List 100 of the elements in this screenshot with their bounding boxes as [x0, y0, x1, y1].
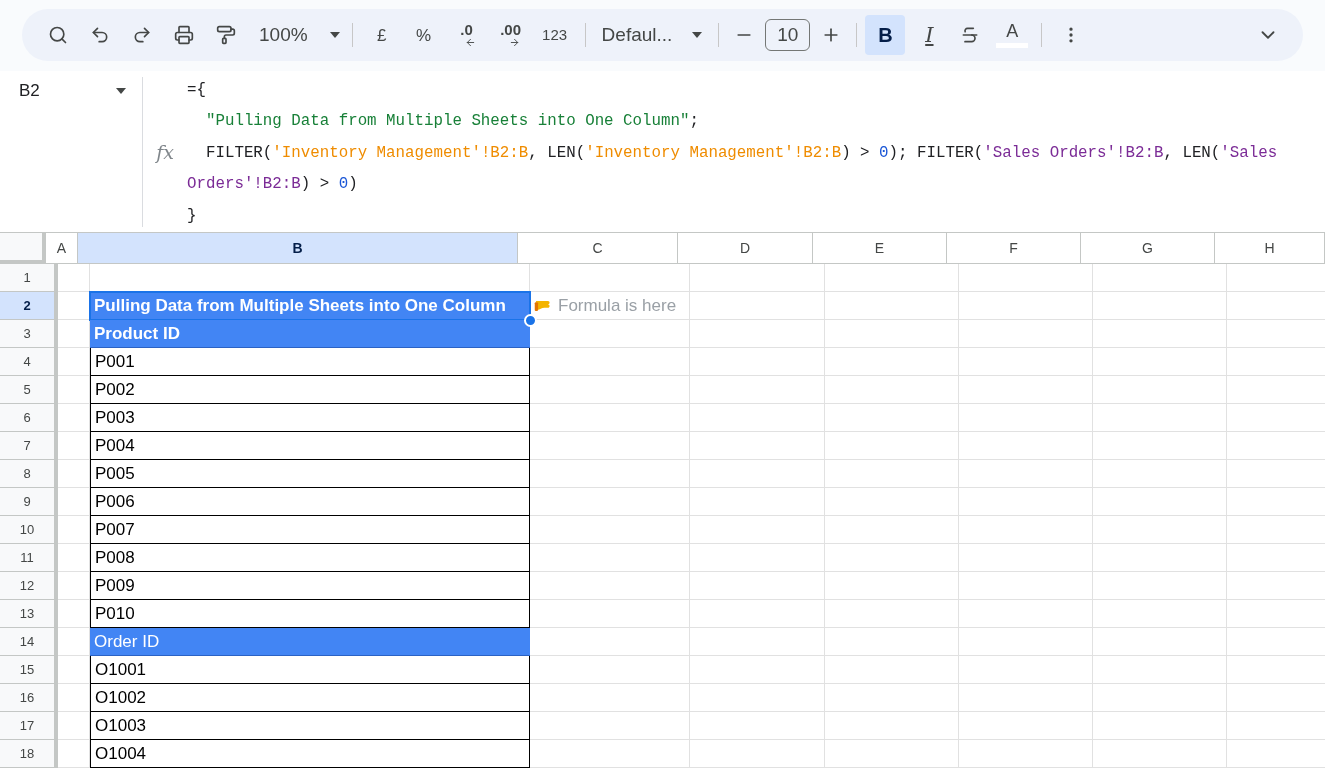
table-cell[interactable] — [959, 460, 1093, 488]
table-cell[interactable] — [825, 292, 959, 320]
text-color-button[interactable]: A — [991, 17, 1034, 54]
percent-button[interactable]: % — [402, 17, 445, 54]
table-cell[interactable] — [530, 432, 690, 460]
table-cell[interactable] — [1093, 712, 1227, 740]
table-cell[interactable] — [1093, 684, 1227, 712]
table-cell[interactable]: P004 — [90, 432, 530, 460]
table-cell[interactable] — [1093, 264, 1227, 292]
table-cell[interactable] — [825, 460, 959, 488]
formula-line[interactable]: } — [187, 200, 197, 232]
table-cell[interactable] — [1093, 600, 1227, 628]
decrease-decimals-button[interactable]: .0 — [444, 17, 489, 54]
table-cell[interactable] — [530, 572, 690, 600]
table-cell[interactable] — [690, 656, 825, 684]
table-cell[interactable] — [1093, 292, 1227, 320]
table-cell[interactable]: O1004 — [90, 740, 530, 768]
table-cell[interactable]: P006 — [90, 488, 530, 516]
table-cell[interactable] — [959, 348, 1093, 376]
table-cell[interactable] — [959, 320, 1093, 348]
table-cell[interactable]: P003 — [90, 404, 530, 432]
table-cell[interactable] — [825, 348, 959, 376]
table-cell[interactable]: Pulling Data from Multiple Sheets into One Column — [90, 292, 530, 320]
table-cell[interactable] — [825, 600, 959, 628]
table-cell[interactable] — [530, 264, 690, 292]
row-header[interactable]: 17 — [0, 712, 58, 740]
table-cell[interactable] — [530, 376, 690, 404]
table-cell[interactable] — [825, 264, 959, 292]
column-header[interactable]: A — [46, 233, 78, 264]
column-header[interactable]: C — [518, 233, 678, 264]
table-cell[interactable] — [690, 292, 825, 320]
table-cell[interactable] — [959, 572, 1093, 600]
table-cell[interactable] — [959, 432, 1093, 460]
column-header[interactable]: F — [947, 233, 1081, 264]
table-cell[interactable] — [690, 740, 825, 768]
table-cell[interactable]: P002 — [90, 376, 530, 404]
table-cell[interactable] — [690, 572, 825, 600]
table-cell[interactable] — [690, 376, 825, 404]
table-cell[interactable]: O1001 — [90, 656, 530, 684]
table-cell[interactable] — [959, 292, 1093, 320]
column-header[interactable]: G — [1081, 233, 1215, 264]
table-cell[interactable] — [825, 572, 959, 600]
row-header[interactable]: 2 — [0, 292, 58, 320]
italic-button[interactable]: I — [909, 15, 950, 56]
table-cell[interactable] — [1093, 460, 1227, 488]
table-cell[interactable] — [959, 712, 1093, 740]
row-header[interactable]: 4 — [0, 348, 58, 376]
table-cell[interactable]: P008 — [90, 544, 530, 572]
table-cell[interactable] — [530, 460, 690, 488]
table-cell[interactable] — [690, 264, 825, 292]
font-size-field[interactable]: 10 — [765, 19, 811, 52]
table-cell[interactable] — [959, 600, 1093, 628]
table-cell[interactable] — [959, 740, 1093, 768]
table-cell[interactable] — [1093, 432, 1227, 460]
table-cell[interactable] — [690, 684, 825, 712]
table-cell[interactable] — [1093, 544, 1227, 572]
row-header[interactable]: 9 — [0, 488, 58, 516]
table-cell[interactable] — [959, 376, 1093, 404]
table-cell[interactable] — [530, 740, 690, 768]
row-header[interactable]: 8 — [0, 460, 58, 488]
table-cell[interactable] — [959, 516, 1093, 544]
table-cell[interactable] — [530, 684, 690, 712]
table-cell[interactable] — [530, 348, 690, 376]
formula-line[interactable]: FILTER('Inventory Management'!B2:B, LEN('Inventory Management'!B2:B) > 0); FILTER('Sales Orders'!B2:B, LEN('Sales — [187, 137, 1278, 169]
table-cell[interactable] — [1093, 404, 1227, 432]
table-cell[interactable] — [1093, 348, 1227, 376]
column-header[interactable]: H — [1215, 233, 1325, 264]
select-all-corner[interactable] — [0, 233, 46, 264]
table-cell[interactable] — [1093, 488, 1227, 516]
table-cell[interactable] — [959, 404, 1093, 432]
column-header[interactable]: E — [813, 233, 947, 264]
table-cell[interactable] — [530, 320, 690, 348]
table-cell[interactable] — [1093, 740, 1227, 768]
formula-line[interactable]: "Pulling Data from Multiple Sheets into One Column"; — [187, 106, 699, 138]
table-cell[interactable] — [530, 544, 690, 572]
row-header[interactable]: 13 — [0, 600, 58, 628]
table-cell[interactable] — [530, 488, 690, 516]
formula-line[interactable]: Orders'!B2:B) > 0) — [187, 169, 358, 201]
table-cell[interactable] — [825, 376, 959, 404]
column-header[interactable]: D — [678, 233, 813, 264]
table-cell[interactable] — [1093, 320, 1227, 348]
table-cell[interactable] — [825, 740, 959, 768]
table-cell[interactable]: P007 — [90, 516, 530, 544]
table-cell[interactable] — [690, 348, 825, 376]
table-cell[interactable] — [58, 264, 90, 292]
table-cell[interactable] — [825, 656, 959, 684]
table-cell[interactable] — [530, 516, 690, 544]
table-cell[interactable]: O1003 — [90, 712, 530, 740]
table-cell[interactable]: P009 — [90, 572, 530, 600]
table-cell[interactable] — [825, 320, 959, 348]
formula-line[interactable]: ={ — [187, 74, 206, 106]
table-cell[interactable] — [690, 460, 825, 488]
table-cell[interactable]: P010 — [90, 600, 530, 628]
table-cell[interactable] — [690, 628, 825, 656]
table-cell[interactable] — [690, 516, 825, 544]
row-header[interactable]: 3 — [0, 320, 58, 348]
table-cell[interactable] — [825, 712, 959, 740]
table-cell[interactable] — [825, 628, 959, 656]
table-cell[interactable] — [690, 404, 825, 432]
bold-button[interactable]: B — [865, 15, 906, 56]
